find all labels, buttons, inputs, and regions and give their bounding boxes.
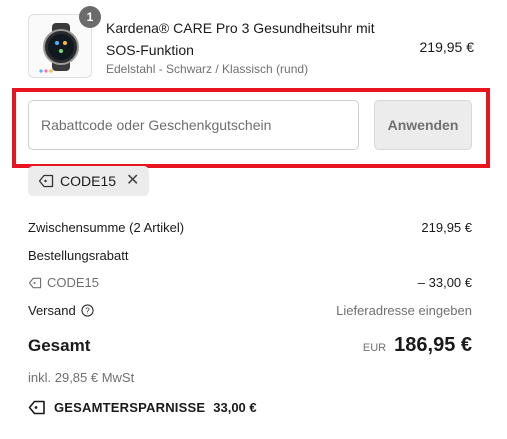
savings-label: GESAMTERSPARNISSE bbox=[54, 400, 206, 415]
savings-tag-icon bbox=[28, 400, 45, 415]
savings-value: 33,00 € bbox=[213, 400, 257, 415]
product-price: 219,95 € bbox=[419, 39, 475, 55]
order-discount-row: Bestellungsrabatt bbox=[28, 248, 472, 263]
total-row: Gesamt EUR 186,95 € bbox=[28, 334, 472, 357]
shipping-label-group: Versand ? bbox=[28, 303, 94, 318]
discount-code-text: CODE15 bbox=[47, 275, 100, 290]
smartwatch-icon bbox=[39, 23, 79, 73]
shipping-row: Versand ? Lieferadresse eingeben bbox=[28, 303, 472, 318]
discount-code-row: CODE15 – 33,00 € bbox=[28, 275, 472, 290]
subtotal-row: Zwischensumme (2 Artikel) 219,95 € bbox=[28, 220, 472, 235]
svg-text:?: ? bbox=[85, 306, 90, 316]
shipping-label: Versand bbox=[28, 303, 76, 318]
tax-note: inkl. 29,85 € MwSt bbox=[28, 370, 135, 385]
order-discount-label: Bestellungsrabatt bbox=[28, 248, 129, 263]
tag-icon bbox=[28, 277, 42, 288]
savings-row: GESAMTERSPARNISSE 33,00 € bbox=[28, 400, 472, 415]
product-variant: Edelstahl - Schwarz / Klassisch (rund) bbox=[106, 62, 309, 76]
shipping-value: Lieferadresse eingeben bbox=[336, 303, 472, 318]
discount-code-input[interactable] bbox=[28, 100, 359, 150]
help-icon[interactable]: ? bbox=[81, 304, 94, 317]
currency-code: EUR bbox=[362, 342, 387, 354]
apply-discount-button[interactable]: Anwenden bbox=[374, 100, 472, 150]
quantity-badge: 1 bbox=[79, 6, 101, 28]
close-icon[interactable]: ✕ bbox=[126, 173, 139, 189]
discount-code-entry: CODE15 bbox=[28, 275, 99, 290]
product-title: Kardena® CARE Pro 3 Gesundheitsuhr mit S… bbox=[106, 20, 375, 58]
total-amount-group: EUR 186,95 € bbox=[363, 334, 472, 357]
product-thumbnail: 1 bbox=[28, 6, 101, 78]
total-value: 186,95 € bbox=[394, 334, 472, 356]
subtotal-value: 219,95 € bbox=[421, 220, 472, 235]
applied-code-chip: CODE15 ✕ bbox=[28, 166, 150, 196]
applied-code-label: CODE15 bbox=[60, 173, 117, 189]
discount-value: – 33,00 € bbox=[417, 275, 472, 290]
cart-line-item: 1 Kardena® CARE Pro 3 Gesundheitsuhr mit… bbox=[28, 6, 475, 80]
total-label: Gesamt bbox=[28, 335, 91, 355]
tax-row: inkl. 29,85 € MwSt bbox=[28, 370, 472, 385]
subtotal-label: Zwischensumme (2 Artikel) bbox=[28, 220, 185, 235]
tag-icon bbox=[38, 174, 54, 188]
